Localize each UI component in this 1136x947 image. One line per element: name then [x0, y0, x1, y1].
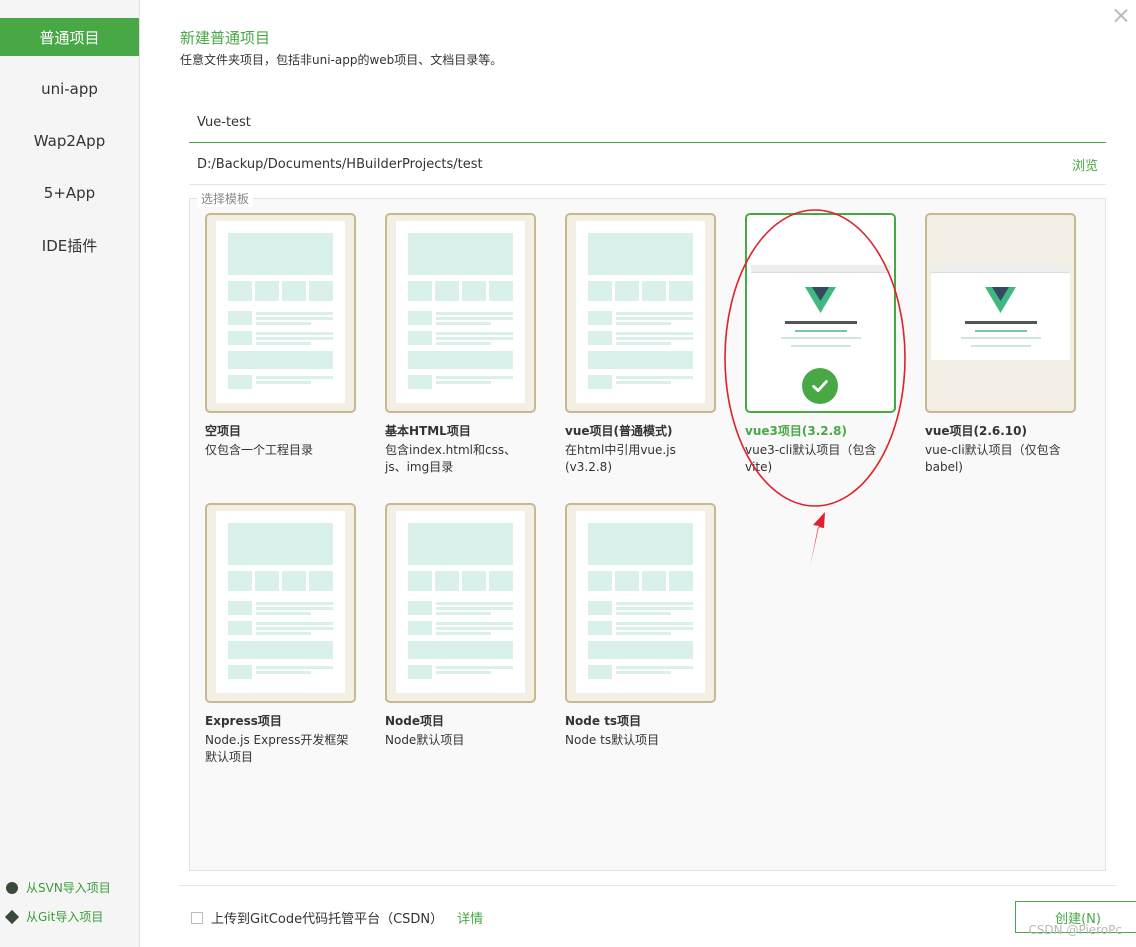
detail-link[interactable]: 详情 [457, 908, 483, 927]
template-description: 包含index.html和css、js、img目录 [385, 443, 517, 474]
template-preview [931, 265, 1070, 360]
sidebar-item-label: IDE插件 [41, 236, 98, 255]
sidebar-item-5plus-app[interactable]: 5+App [0, 174, 139, 212]
template-name: vue项目(普通模式) [565, 424, 673, 438]
sidebar-item-label: 普通项目 [39, 28, 100, 47]
template-description: vue3-cli默认项目（包含vite) [745, 443, 877, 474]
watermark: CSDN @PieroPc [1028, 923, 1122, 937]
project-path-value: D:/Backup/Documents/HBuilderProjects/tes… [197, 157, 483, 172]
project-path-field[interactable]: D:/Backup/Documents/HBuilderProjects/tes… [189, 145, 1106, 185]
browse-button[interactable]: 浏览 [1072, 155, 1098, 174]
sidebar-item-wap2app[interactable]: Wap2App [0, 122, 139, 160]
template-preview [751, 265, 890, 360]
template-thumbnail [216, 511, 345, 693]
page-title: 新建普通项目 [180, 29, 271, 47]
close-icon[interactable] [1114, 8, 1128, 22]
upload-checkbox[interactable] [191, 911, 203, 924]
template-thumbnail [576, 221, 705, 403]
sidebar-item-label: uni-app [41, 80, 98, 98]
template-name: Express项目 [205, 714, 282, 728]
template-description: Node默认项目 [385, 733, 465, 747]
template-card-express[interactable] [205, 503, 356, 703]
sidebar-item-ide-plugin[interactable]: IDE插件 [0, 226, 139, 264]
template-card-vue-normal[interactable] [565, 213, 716, 413]
template-card-empty[interactable] [205, 213, 356, 413]
template-description: Node.js Express开发框架默认项目 [205, 733, 349, 764]
template-legend: 选择模板 [197, 190, 254, 207]
template-name: vue项目(2.6.10) [925, 424, 1027, 438]
template-thumbnail [216, 221, 345, 403]
template-name: Node ts项目 [565, 714, 642, 728]
template-description: 在html中引用vue.js (v3.2.8) [565, 443, 676, 474]
template-card-node-ts[interactable] [565, 503, 716, 703]
upload-option: 上传到GitCode代码托管平台（CSDN） 详情 [191, 908, 483, 927]
template-thumbnail [396, 511, 525, 693]
vue-logo-icon [781, 287, 861, 347]
sidebar: 普通项目 uni-app Wap2App 5+App IDE插件 从SVN导入项… [0, 0, 140, 947]
main-panel: 新建普通项目 任意文件夹项目，包括非uni-app的web项目、文档目录等。 V… [141, 0, 1136, 947]
template-thumbnail [576, 511, 705, 693]
page-subtitle: 任意文件夹项目，包括非uni-app的web项目、文档目录等。 [180, 53, 503, 67]
template-card-vue3[interactable] [745, 213, 896, 413]
template-description: vue-cli默认项目（仅包含babel) [925, 443, 1061, 474]
template-card-node[interactable] [385, 503, 536, 703]
project-name-value: Vue-test [197, 115, 251, 130]
git-import-label: 从Git导入项目 [26, 910, 104, 924]
selected-check-icon [802, 368, 838, 404]
template-name: 基本HTML项目 [385, 424, 471, 438]
svn-import-label: 从SVN导入项目 [26, 881, 111, 895]
git-icon [4, 909, 20, 924]
sidebar-item-label: Wap2App [33, 132, 106, 150]
git-import-link[interactable]: 从Git导入项目 [4, 908, 104, 925]
template-description: Node ts默认项目 [565, 733, 660, 747]
sidebar-item-normal-project[interactable]: 普通项目 [0, 18, 139, 56]
sidebar-item-uni-app[interactable]: uni-app [0, 70, 139, 108]
upload-label: 上传到GitCode代码托管平台（CSDN） [211, 912, 444, 927]
footer-divider [179, 885, 1116, 886]
project-name-field[interactable]: Vue-test [189, 103, 1106, 143]
template-name: Node项目 [385, 714, 445, 728]
template-name: vue3项目(3.2.8) [745, 424, 847, 438]
template-name: 空项目 [205, 424, 242, 438]
svn-import-link[interactable]: 从SVN导入项目 [6, 879, 111, 896]
vue-logo-icon [961, 287, 1041, 347]
template-thumbnail [396, 221, 525, 403]
template-description: 仅包含一个工程目录 [205, 443, 314, 457]
sidebar-item-label: 5+App [43, 184, 96, 202]
template-card-basic-html[interactable] [385, 213, 536, 413]
template-card-vue2[interactable] [925, 213, 1076, 413]
svn-icon [6, 881, 18, 894]
